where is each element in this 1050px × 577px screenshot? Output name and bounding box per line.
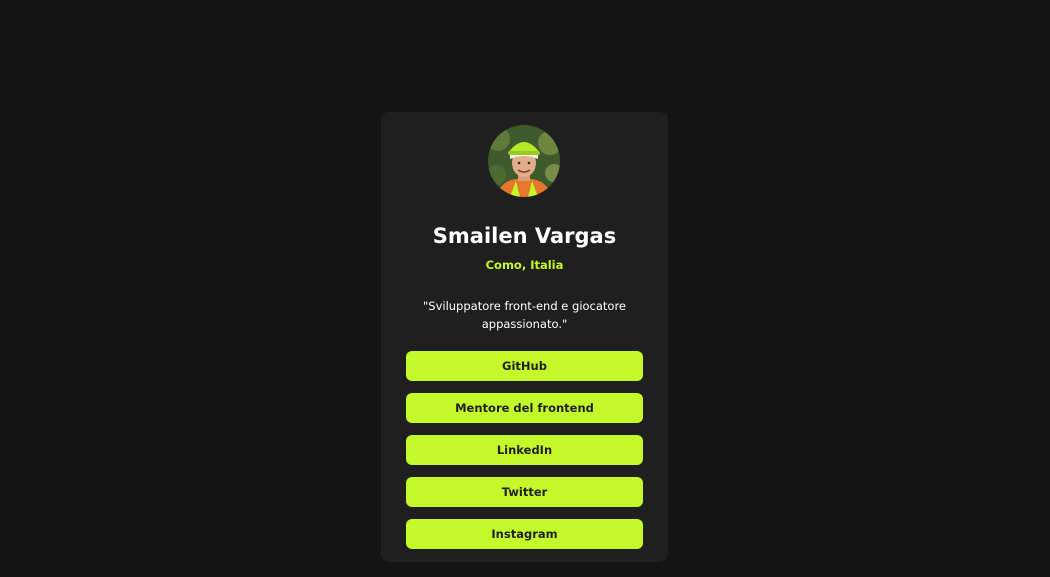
avatar-photo (488, 125, 560, 197)
profile-name: Smailen Vargas (432, 224, 617, 248)
avatar (488, 125, 560, 197)
instagram-button[interactable]: Instagram (406, 519, 643, 549)
profile-bio: "Sviluppatore front-end e giocatore appa… (422, 299, 627, 331)
profile-card: Smailen Vargas Como, Italia "Sviluppator… (381, 112, 668, 562)
profile-location: Como, Italia (485, 258, 564, 272)
twitter-button[interactable]: Twitter (406, 477, 643, 507)
social-links: GitHub Mentore del frontend LinkedIn Twi… (406, 351, 643, 561)
linkedin-button[interactable]: LinkedIn (406, 435, 643, 465)
github-button[interactable]: GitHub (406, 351, 643, 381)
frontend-mentor-button[interactable]: Mentore del frontend (406, 393, 643, 423)
